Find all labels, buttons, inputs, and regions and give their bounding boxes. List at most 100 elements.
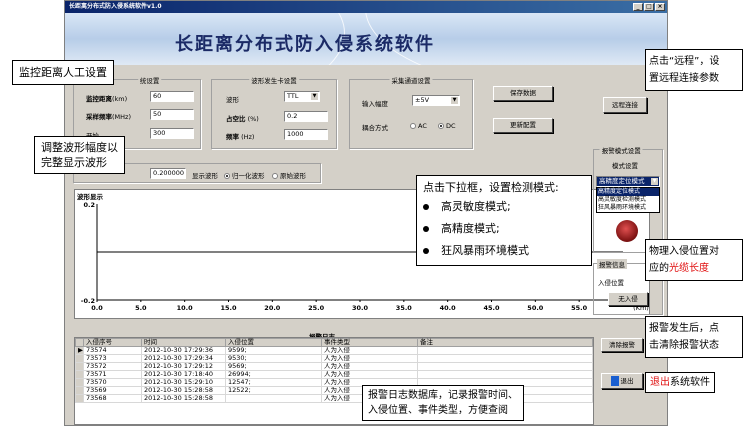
table-cell: 人为入侵 (321, 362, 418, 371)
table-cell: 2012-10-30 17:29:12 (141, 362, 226, 371)
table-cell: 2012-10-30 15:28:58 (141, 394, 226, 403)
table-cell (417, 362, 593, 371)
table-cell (417, 346, 593, 355)
table-cell: 26994; (225, 370, 322, 379)
table-cell: 73572 (83, 362, 142, 371)
coupling-ac-radio[interactable]: AC (410, 122, 427, 130)
row-indicator (75, 370, 84, 379)
group-legend: 统设置 (137, 75, 162, 85)
table-cell: 9530; (225, 354, 322, 363)
title-bar: 长距离分布式防入侵系统软件v1.0 _ □ × (65, 1, 667, 13)
callout-clear: 报警发生后，点 击清除报警状态 (645, 316, 743, 358)
x-tick-label: 35.0 (396, 304, 413, 312)
coupling-label: 耦合方式 (362, 124, 388, 132)
clear-alarm-button[interactable]: 清除报警 (601, 338, 643, 352)
callout-amplitude: 调整波形幅度以 完整显示波形 (34, 136, 125, 174)
group-legend: 报警信息 (597, 259, 627, 269)
x-tick-label: 20.0 (264, 304, 281, 312)
coupling-dc-radio[interactable]: DC (438, 122, 456, 130)
table-row[interactable]: ▶ 73574 2012-10-30 17:29:36 9599; 人为入侵 (75, 346, 593, 355)
wave-type-select[interactable]: TTL (284, 91, 320, 102)
x-tick-label: 45.0 (483, 304, 500, 312)
y-tick-label: -0.2 (81, 297, 95, 305)
table-cell: 9569; (225, 362, 322, 371)
group-legend: 波形发生卡设置 (249, 75, 299, 85)
mode-option[interactable]: 狂风暴雨环境模式 (597, 204, 659, 212)
normalized-wave-radio[interactable]: 归一化波形 (224, 170, 265, 180)
window-title: 长距离分布式防入侵系统软件v1.0 (69, 3, 162, 10)
table-row[interactable]: 73572 2012-10-30 17:29:12 9569; 人为入侵 (75, 362, 593, 371)
callout-position: 物理入侵位置对 应的光缆长度 (645, 239, 743, 281)
save-data-button[interactable]: 保存数据 (493, 86, 553, 101)
monitor-distance-input[interactable]: 60 (150, 91, 194, 102)
duty-input[interactable]: 0.2 (284, 111, 328, 122)
sample-freq-input[interactable]: 50 (150, 109, 194, 120)
duty-label: 占空比 (%) (226, 115, 259, 123)
x-tick-label: 0.0 (91, 304, 103, 312)
table-cell: 2012-10-30 15:29:10 (141, 378, 226, 387)
alarm-indicator-icon (616, 220, 638, 242)
x-tick-label: 50.0 (527, 304, 544, 312)
table-cell: 73568 (83, 394, 142, 403)
col-header[interactable]: 备注 (417, 338, 593, 347)
row-indicator (75, 354, 84, 363)
table-cell: 人为入侵 (321, 370, 418, 379)
col-header[interactable]: 入侵序号 (83, 338, 142, 347)
update-config-button[interactable]: 更新配置 (493, 118, 553, 133)
mode-select[interactable]: 高精度定位模式 (596, 176, 660, 187)
sample-freq-label: 采样频率(MHz) (86, 113, 131, 121)
table-cell: 12522; (225, 386, 322, 395)
table-cell: 73569 (83, 386, 142, 395)
x-tick-label: 25.0 (308, 304, 325, 312)
col-header[interactable]: 事件类型 (321, 338, 418, 347)
x-tick-label: 10.0 (177, 304, 194, 312)
x-tick-label: 15.0 (220, 304, 237, 312)
remote-connect-button[interactable]: 远程连接 (603, 97, 647, 113)
callout-exit: 退出系统软件 (645, 372, 715, 393)
wave-freq-label: 频率 (Hz) (226, 133, 255, 141)
col-header[interactable]: 入侵位置 (225, 338, 322, 347)
banner-title: 长距离分布式防入侵系统软件 (175, 34, 435, 55)
callout-monitor-distance: 监控距离人工设置 (12, 60, 114, 85)
start-input[interactable]: 300 (150, 128, 194, 139)
mode-option[interactable]: 高灵敏度检测模式 (597, 196, 659, 204)
table-cell: 9599; (225, 346, 322, 355)
wave-freq-input[interactable]: 1000 (284, 129, 328, 140)
input-range-select[interactable]: ±5V (412, 95, 460, 106)
monitor-distance-label: 监控距离(km) (86, 95, 128, 103)
group-legend: 报警模式设置 (599, 145, 643, 155)
maximize-button[interactable]: □ (644, 3, 654, 11)
x-tick-label: 30.0 (352, 304, 369, 312)
table-row[interactable]: 73573 2012-10-30 17:29:34 9530; 人为入侵 (75, 354, 593, 363)
amplitude-input[interactable]: 0.200000 (150, 168, 186, 179)
mode-dropdown-list: 高精度定位模式 高灵敏度检测模式 狂风暴雨环境模式 (596, 187, 660, 213)
callout-mode: 点击下拉框，设置检测模式: 高灵敏度模式; 高精度模式; 狂风暴雨环境模式 (416, 175, 592, 266)
table-cell: 2012-10-30 17:29:34 (141, 354, 226, 363)
acquisition-settings-group: 采集通道设置 输入幅度 ±5V 耦合方式 AC DC (349, 75, 473, 149)
y-tick-label: 0.2 (83, 201, 95, 209)
raw-wave-radio[interactable]: 原始波形 (272, 170, 306, 180)
table-cell: 人为入侵 (321, 354, 418, 363)
x-tick-label: 5.0 (135, 304, 147, 312)
row-indicator (75, 386, 84, 395)
waveform-settings-group: 波形发生卡设置 波形 TTL 占空比 (%) 0.2 频率 (Hz) 1000 (211, 75, 337, 149)
table-cell (225, 394, 322, 403)
row-indicator (75, 378, 84, 387)
table-cell: 2012-10-30 15:28:58 (141, 386, 226, 395)
table-cell: 73570 (83, 378, 142, 387)
exit-icon (610, 376, 619, 386)
table-row[interactable]: 73571 2012-10-30 17:18:40 26994; 人为入侵 (75, 370, 593, 379)
group-legend: 采集通道设置 (389, 75, 433, 85)
x-tick-label: 40.0 (440, 304, 457, 312)
mode-option[interactable]: 高精度定位模式 (597, 188, 659, 196)
col-header[interactable]: 时间 (141, 338, 226, 347)
x-tick-label: 55.0 (571, 304, 588, 312)
minimize-button[interactable]: _ (633, 3, 643, 11)
table-cell: 人为入侵 (321, 346, 418, 355)
close-button[interactable]: × (655, 3, 665, 11)
table-cell (417, 354, 593, 363)
row-indicator (75, 394, 84, 403)
table-cell: 12547; (225, 378, 322, 387)
exit-button[interactable]: 退出 (601, 373, 643, 389)
wave-type-label: 波形 (226, 96, 239, 104)
